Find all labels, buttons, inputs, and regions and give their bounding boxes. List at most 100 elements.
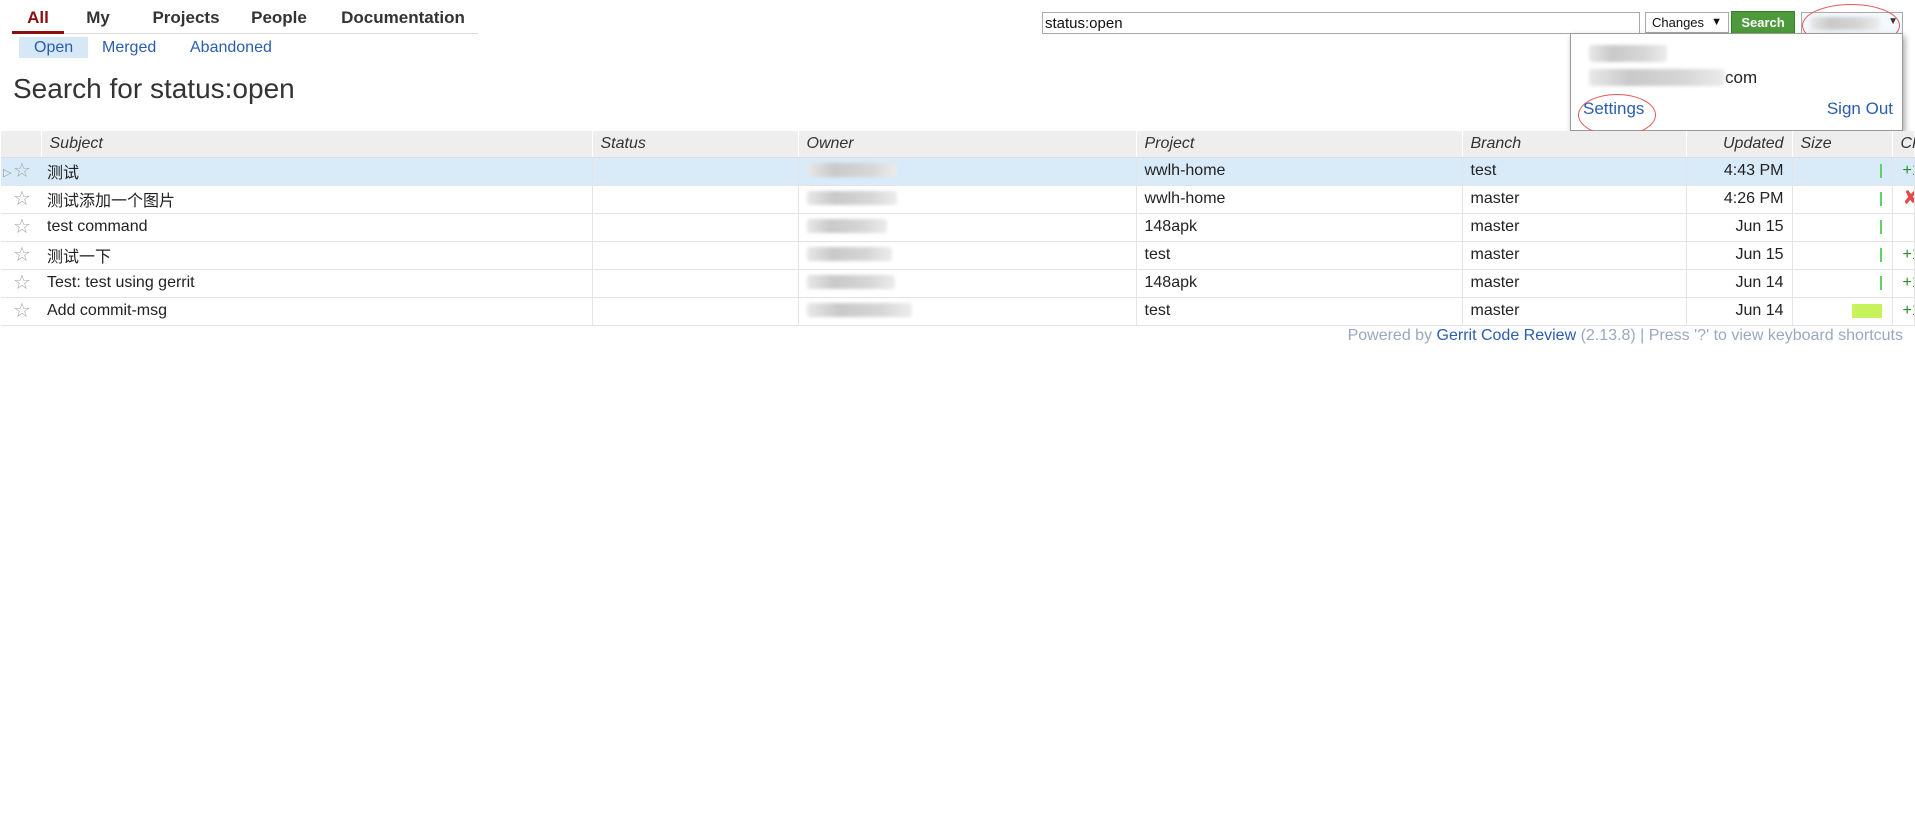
cell-branch[interactable]: master bbox=[1462, 269, 1687, 298]
cell-updated: Jun 14 bbox=[1686, 297, 1793, 326]
cell-subject[interactable]: test command bbox=[41, 213, 593, 242]
cell-updated: Jun 15 bbox=[1686, 213, 1793, 242]
tab-my[interactable]: My bbox=[78, 8, 118, 34]
tab-all[interactable]: All bbox=[12, 8, 64, 34]
cell-owner[interactable] bbox=[798, 213, 1137, 242]
cell-size bbox=[1792, 157, 1893, 186]
cell-size bbox=[1792, 213, 1893, 242]
cell-subject[interactable]: 测试 bbox=[41, 157, 593, 186]
cell-project[interactable]: wwlh-home bbox=[1136, 185, 1463, 214]
search-type-select[interactable]: Changes ▼ bbox=[1645, 12, 1729, 33]
owner-redacted bbox=[806, 163, 897, 177]
cell-cr: +1 bbox=[1892, 157, 1915, 186]
cell-updated: Jun 14 bbox=[1686, 269, 1793, 298]
user-email: com bbox=[1589, 68, 1757, 88]
row-icons: ▷☆ bbox=[1, 157, 41, 186]
row-icons: ☆ bbox=[1, 241, 41, 270]
cell-cr bbox=[1892, 213, 1915, 242]
subtab-merged[interactable]: Merged bbox=[87, 37, 171, 58]
header-owner: Owner bbox=[798, 131, 1137, 158]
settings-link[interactable]: Settings bbox=[1583, 99, 1644, 119]
changes-table: Subject Status Owner Project Branch Upda… bbox=[1, 131, 1915, 326]
gerrit-link[interactable]: Gerrit Code Review bbox=[1437, 327, 1577, 344]
page-title: Search for status:open bbox=[13, 73, 295, 104]
cell-updated: 4:26 PM bbox=[1686, 185, 1793, 214]
star-icon[interactable]: ☆ bbox=[13, 189, 31, 209]
cell-size bbox=[1792, 241, 1893, 270]
size-bar bbox=[1879, 276, 1882, 290]
cell-owner[interactable] bbox=[798, 185, 1137, 214]
cell-subject[interactable]: 测试添加一个图片 bbox=[41, 185, 593, 214]
size-bar bbox=[1851, 304, 1882, 318]
cell-project[interactable]: 148apk bbox=[1136, 213, 1463, 242]
cell-status bbox=[592, 185, 799, 214]
search-input[interactable] bbox=[1042, 12, 1640, 34]
cell-subject[interactable]: Add commit-msg bbox=[41, 297, 593, 326]
subtab-open[interactable]: Open bbox=[19, 37, 89, 58]
cell-status bbox=[592, 157, 799, 186]
code-review-score: +1 bbox=[1902, 274, 1914, 291]
table-row[interactable]: ▷☆测试wwlh-hometest4:43 PM+1 bbox=[1, 157, 1915, 186]
table-row[interactable]: ☆ Add commit-msg testmasterJun 14 +1 bbox=[1, 297, 1915, 326]
search-type-value: Changes bbox=[1652, 15, 1705, 30]
cell-size bbox=[1792, 269, 1893, 298]
cell-project[interactable]: 148apk bbox=[1136, 269, 1463, 298]
star-icon[interactable]: ☆ bbox=[13, 301, 31, 321]
table-row[interactable]: ☆ Test: test using gerrit 148apk master Jun … bbox=[1, 269, 1915, 298]
cell-branch[interactable]: test bbox=[1462, 157, 1687, 186]
header-updated: Updated bbox=[1686, 131, 1793, 158]
cell-status bbox=[592, 269, 799, 298]
owner-redacted bbox=[806, 275, 895, 289]
cell-branch[interactable]: master bbox=[1462, 185, 1687, 214]
row-icons: ☆ bbox=[1, 185, 41, 214]
cell-branch[interactable]: master bbox=[1462, 213, 1687, 242]
header-project: Project bbox=[1136, 131, 1463, 158]
cell-size bbox=[1792, 297, 1893, 326]
header-icons bbox=[1, 131, 42, 158]
cell-status bbox=[592, 297, 799, 326]
code-review-score: +1 bbox=[1902, 302, 1914, 319]
account-menu-button[interactable]: ▼ bbox=[1801, 12, 1903, 34]
tab-projects[interactable]: Projects bbox=[139, 8, 233, 34]
table-row[interactable]: ☆ 测试一下 testmasterJun 15 +1 bbox=[1, 241, 1915, 270]
cell-subject[interactable]: 测试一下 bbox=[41, 241, 593, 270]
footer-prefix: Powered by bbox=[1347, 327, 1433, 344]
table-row[interactable]: ☆ 测试添加一个图片 wwlh-homemaster4:26 PM ✘ bbox=[1, 185, 1915, 214]
search-button[interactable]: Search bbox=[1731, 11, 1795, 34]
cell-owner[interactable] bbox=[798, 157, 1137, 186]
subtab-abandoned[interactable]: Abandoned bbox=[175, 37, 287, 58]
pointer-arrow-icon: ▷ bbox=[3, 167, 12, 179]
cell-subject[interactable]: Test: test using gerrit bbox=[41, 269, 593, 298]
star-icon[interactable]: ☆ bbox=[13, 217, 31, 237]
tab-documentation[interactable]: Documentation bbox=[328, 8, 478, 34]
email-suffix: com bbox=[1725, 68, 1758, 87]
cell-status bbox=[592, 213, 799, 242]
top-nav: All My Projects People Documentation bbox=[12, 8, 478, 34]
cell-branch[interactable]: master bbox=[1462, 241, 1687, 270]
header-status: Status bbox=[592, 131, 799, 158]
star-icon[interactable]: ☆ bbox=[13, 245, 31, 265]
cell-owner[interactable] bbox=[798, 297, 1137, 326]
size-bar bbox=[1879, 248, 1882, 262]
table-row[interactable]: ☆ test command 148apk master Jun 15 bbox=[1, 213, 1915, 242]
star-icon[interactable]: ☆ bbox=[13, 273, 31, 293]
cell-project[interactable]: test bbox=[1136, 241, 1463, 270]
cell-cr: +1 bbox=[1892, 297, 1915, 326]
size-bar bbox=[1879, 164, 1882, 178]
cell-branch[interactable]: master bbox=[1462, 297, 1687, 326]
sign-out-link[interactable]: Sign Out bbox=[1827, 99, 1893, 119]
reject-x-icon: ✘ bbox=[1903, 187, 1914, 209]
cell-cr: +1 bbox=[1892, 241, 1915, 270]
size-bar bbox=[1879, 220, 1882, 234]
owner-redacted bbox=[806, 303, 912, 317]
cell-project[interactable]: test bbox=[1136, 297, 1463, 326]
cell-updated: 4:43 PM bbox=[1686, 157, 1793, 186]
tab-people[interactable]: People bbox=[238, 8, 320, 34]
star-icon[interactable]: ☆ bbox=[13, 161, 31, 181]
size-bar bbox=[1879, 192, 1882, 206]
cell-owner[interactable] bbox=[798, 241, 1137, 270]
cell-owner[interactable] bbox=[798, 269, 1137, 298]
cell-cr: +1 bbox=[1892, 269, 1915, 298]
cell-project[interactable]: wwlh-home bbox=[1136, 157, 1463, 186]
owner-redacted bbox=[806, 191, 897, 205]
